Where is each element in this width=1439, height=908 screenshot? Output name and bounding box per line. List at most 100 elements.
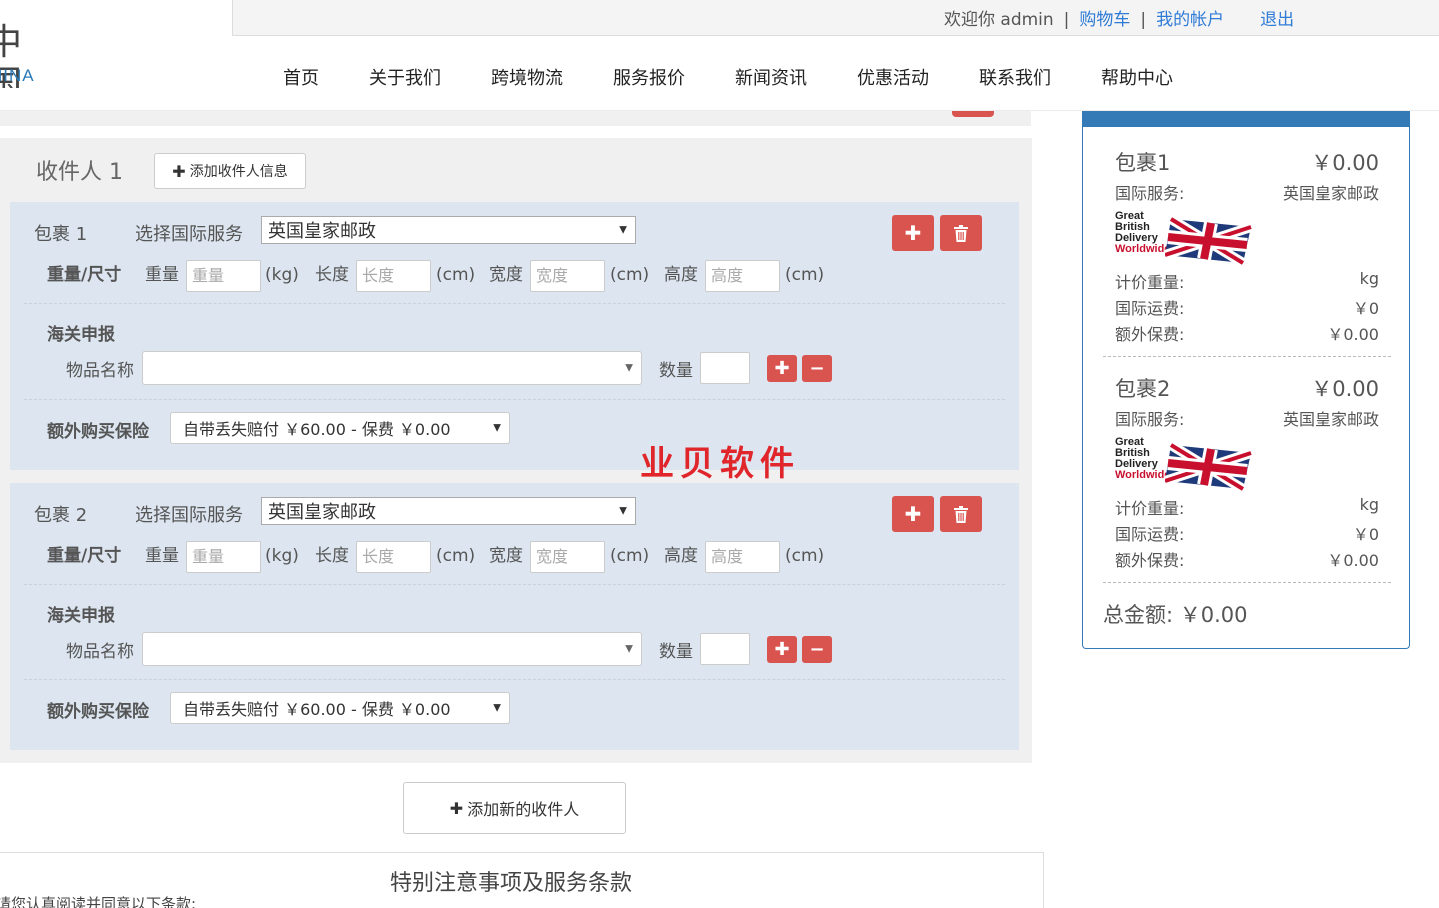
royal-mail-logo: Great British Delivery Worldwide: [1115, 437, 1265, 491]
service-select-value: 英国皇家邮政: [268, 502, 376, 523]
weight-input[interactable]: 重量: [186, 260, 261, 292]
nav-pricing[interactable]: 服务报价: [613, 64, 685, 90]
nav-home[interactable]: 首页: [283, 64, 319, 90]
insurance-value: ￥0.00: [1327, 551, 1379, 570]
delete-package-button[interactable]: [940, 215, 982, 251]
nav-about[interactable]: 关于我们: [369, 64, 441, 90]
logout-link[interactable]: 退出: [1260, 10, 1294, 30]
previous-delete-button[interactable]: [952, 111, 994, 117]
package-card: 包裹 1 选择国际服务 英国皇家邮政 ▼ ✚ 重量/尺寸 重量 重量 (kg) …: [10, 202, 1019, 470]
weight-size-label: 重量/尺寸: [47, 265, 122, 285]
caret-down-icon: ▼: [619, 505, 627, 517]
weight-size-label: 重量/尺寸: [47, 546, 122, 566]
shipping-value: ￥0: [1352, 525, 1379, 544]
unit-cm: (cm): [436, 265, 476, 285]
summary-insurance-row: 额外保费: ￥0.00: [1115, 321, 1379, 345]
summary-package-name: 包裹1: [1115, 151, 1171, 175]
service-select[interactable]: 英国皇家邮政 ▼: [261, 497, 636, 525]
divider: [24, 679, 1005, 680]
length-label: 长度: [315, 546, 349, 566]
divider: [24, 399, 1005, 400]
package-title: 包裹 2: [34, 505, 88, 526]
service-value: 英国皇家邮政: [1282, 184, 1379, 203]
nav-promotions[interactable]: 优惠活动: [857, 64, 929, 90]
summary-insurance-row: 额外保费: ￥0.00: [1115, 547, 1379, 571]
service-select[interactable]: 英国皇家邮政 ▼: [261, 216, 636, 244]
nav-help[interactable]: 帮助中心: [1101, 64, 1173, 90]
height-input[interactable]: 高度: [705, 541, 780, 573]
weight-input[interactable]: 重量: [186, 541, 261, 573]
summary-package-header: 包裹2 ￥0.00: [1115, 373, 1379, 403]
summary-package-price: ￥0.00: [1311, 377, 1379, 401]
cart-link[interactable]: 购物车: [1079, 10, 1130, 30]
width-input[interactable]: 宽度: [530, 541, 605, 573]
summary-service-row: 国际服务: 英国皇家邮政: [1115, 180, 1379, 204]
item-name-select[interactable]: ▼: [142, 351, 642, 385]
delete-package-button[interactable]: [940, 496, 982, 532]
separator: |: [1140, 10, 1147, 30]
service-value: 英国皇家邮政: [1282, 410, 1379, 429]
width-input[interactable]: 宽度: [530, 260, 605, 292]
package-card: 包裹 2 选择国际服务 英国皇家邮政 ▼ ✚ 重量/尺寸 重量 重量 (kg) …: [10, 483, 1019, 750]
weight-label: 重量: [145, 265, 179, 285]
insurance-select[interactable]: 自带丢失赔付 ￥60.00 - 保费 ￥0.00 ▼: [170, 412, 510, 444]
account-link[interactable]: 我的帐户: [1156, 10, 1224, 30]
nav-logistics[interactable]: 跨境物流: [491, 64, 563, 90]
summary-weight-row: 计价重量: kg: [1115, 269, 1379, 293]
plus-icon: ✚: [449, 798, 464, 818]
plus-icon: ✚: [904, 221, 922, 245]
shipping-value: ￥0: [1352, 299, 1379, 318]
weight-value: kg: [1359, 495, 1379, 514]
divider: [24, 584, 1005, 585]
insurance-value: ￥0.00: [1327, 325, 1379, 344]
add-item-button[interactable]: ✚: [767, 355, 797, 382]
add-item-button[interactable]: ✚: [767, 636, 797, 663]
item-name-select[interactable]: ▼: [142, 632, 642, 666]
order-summary: 包裹1 ￥0.00 国际服务: 英国皇家邮政 Great British Del…: [1082, 111, 1410, 649]
add-new-recipient-button[interactable]: ✚ 添加新的收件人: [403, 782, 626, 834]
caret-down-icon: ▼: [493, 422, 501, 434]
unit-cm: (cm): [610, 546, 650, 566]
unit-cm: (cm): [436, 546, 476, 566]
insurance-select-value: 自带丢失赔付 ￥60.00 - 保费 ￥0.00: [183, 700, 451, 719]
user-links: 欢迎你 admin | 购物车 | 我的帐户 退出: [944, 5, 1294, 30]
remove-item-button[interactable]: −: [802, 355, 832, 382]
height-input[interactable]: 高度: [705, 260, 780, 292]
height-label: 高度: [664, 265, 698, 285]
add-recipient-info-button[interactable]: ✚ 添加收件人信息: [154, 153, 306, 189]
plus-icon: ✚: [774, 639, 790, 660]
insurance-label: 额外保费:: [1115, 325, 1185, 344]
length-input[interactable]: 长度: [356, 541, 431, 573]
insurance-select[interactable]: 自带丢失赔付 ￥60.00 - 保费 ￥0.00 ▼: [170, 692, 510, 724]
unit-cm: (cm): [785, 546, 825, 566]
minus-icon: −: [809, 639, 825, 660]
add-new-recipient-label: 添加新的收件人: [467, 800, 580, 819]
welcome-text: 欢迎你 admin: [944, 10, 1054, 30]
item-name-label: 物品名称: [66, 361, 134, 381]
insurance-label: 额外购买保险: [47, 422, 149, 442]
length-label: 长度: [315, 265, 349, 285]
nav-contact[interactable]: 联系我们: [979, 64, 1051, 90]
summary-header: [1082, 111, 1410, 127]
add-package-button[interactable]: ✚: [892, 496, 934, 532]
separator: |: [1063, 10, 1070, 30]
caret-down-icon: ▼: [493, 702, 501, 714]
add-package-button[interactable]: ✚: [892, 215, 934, 251]
main-nav: 首页 关于我们 跨境物流 服务报价 新闻资讯 优惠活动 联系我们 帮助中心: [283, 64, 1223, 90]
plus-icon: ✚: [774, 358, 790, 379]
nav-news[interactable]: 新闻资讯: [735, 64, 807, 90]
quantity-input[interactable]: [700, 633, 750, 665]
logo-en-text: HINA: [0, 66, 35, 85]
length-input[interactable]: 长度: [356, 260, 431, 292]
width-label: 宽度: [489, 265, 523, 285]
terms-subtitle: 请您认真阅读并同意以下条款:: [0, 895, 197, 908]
shipping-label: 国际运费:: [1115, 299, 1185, 318]
unit-cm: (cm): [610, 265, 650, 285]
quantity-label: 数量: [659, 642, 693, 662]
quantity-input[interactable]: [700, 352, 750, 384]
summary-service-row: 国际服务: 英国皇家邮政: [1115, 406, 1379, 430]
customs-label: 海关申报: [47, 325, 115, 345]
remove-item-button[interactable]: −: [802, 636, 832, 663]
insurance-label: 额外购买保险: [47, 702, 149, 722]
site-logo[interactable]: 中国 HINA: [0, 22, 60, 88]
